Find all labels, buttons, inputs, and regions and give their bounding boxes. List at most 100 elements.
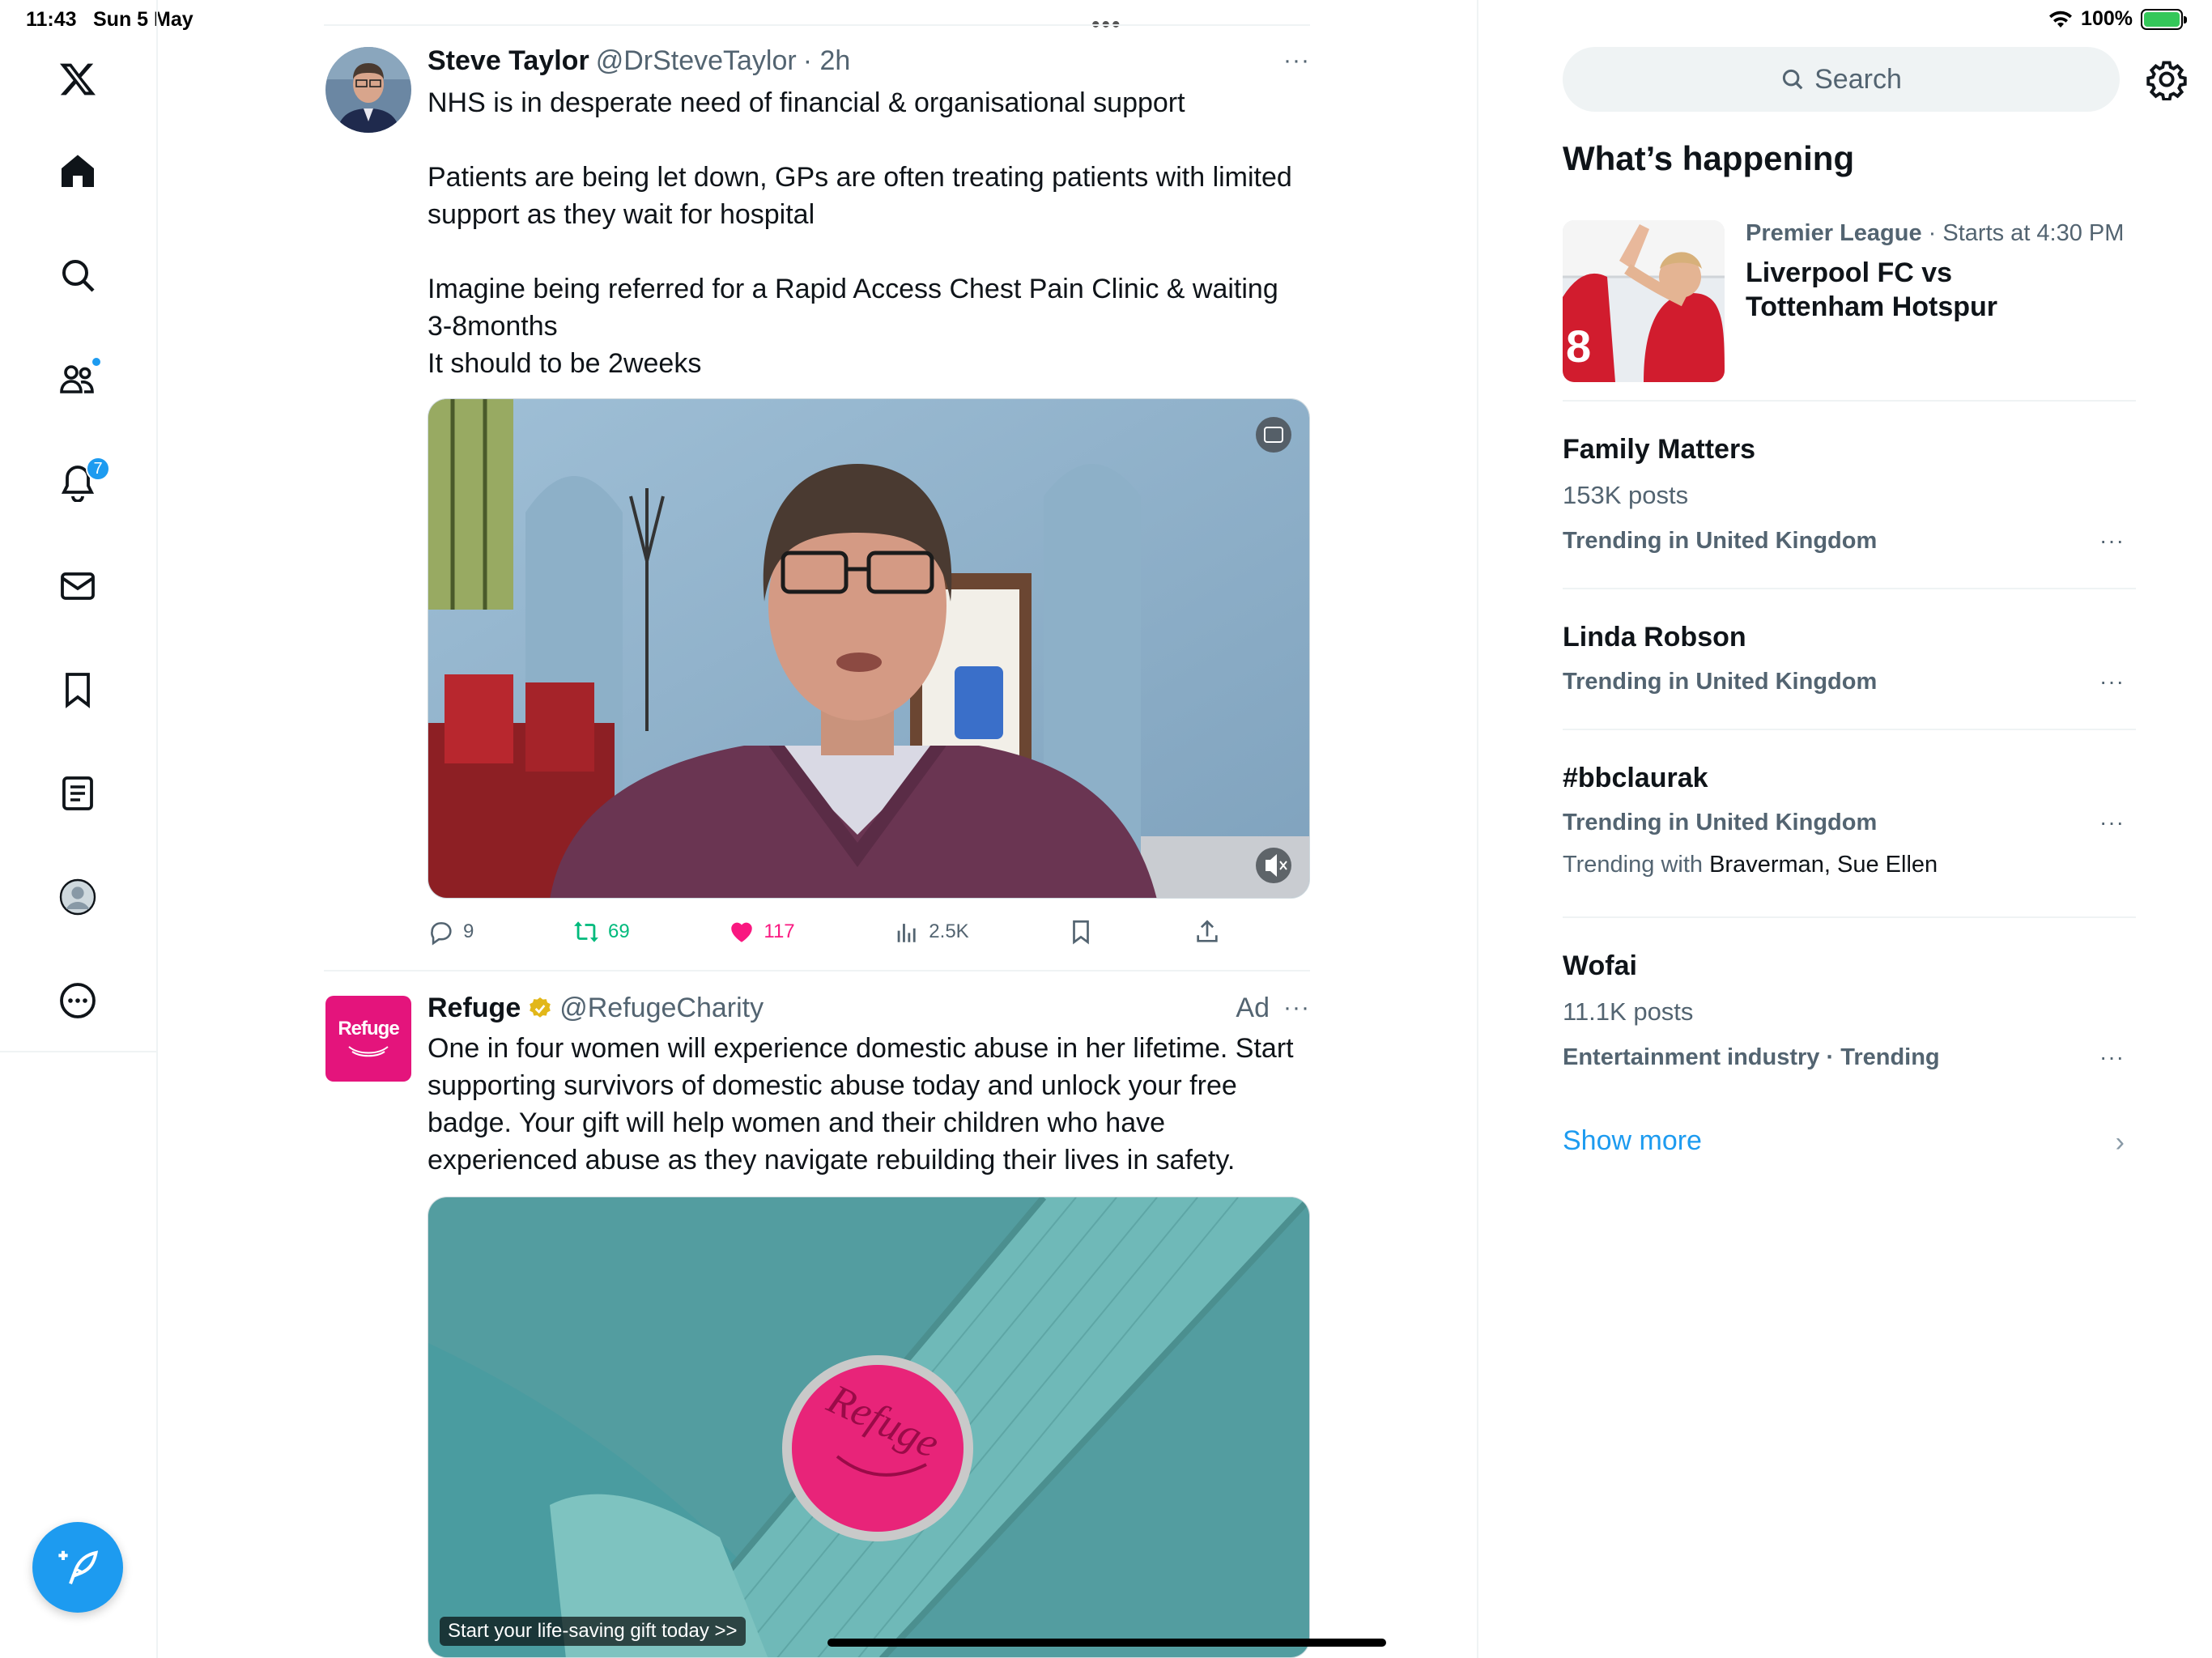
left-navigation: 7 — [0, 0, 156, 1052]
trend-count: 153K posts — [1563, 481, 1689, 509]
post-text-spacer — [428, 233, 1310, 270]
reply-count: 9 — [463, 920, 474, 942]
trend-meta: Entertainment industry · Trending — [1563, 1044, 1940, 1070]
view-count: 2.5K — [929, 920, 969, 942]
trend-meta: Trending in United Kingdom — [1563, 528, 1878, 554]
ad-image[interactable]: Refuge Start your life-saving gift today… — [428, 1197, 1310, 1658]
event-title-line: Tottenham Hotspur — [1746, 291, 1998, 322]
post-text-line: It should to be 2weeks — [428, 348, 702, 379]
like-count: 117 — [764, 920, 795, 942]
share-button[interactable] — [1193, 918, 1221, 946]
trend-count: 11.1K posts — [1563, 997, 1694, 1026]
left-nav-border — [156, 0, 158, 1658]
ad-cta-caption[interactable]: Start your life-saving gift today >> — [440, 1617, 746, 1646]
profile-avatar-icon[interactable] — [49, 868, 107, 926]
settings-gear-icon[interactable] — [2146, 58, 2188, 101]
trend-more-button[interactable]: ··· — [2099, 1044, 2125, 1070]
communities-dot — [91, 356, 102, 368]
battery-percent: 100% — [2081, 7, 2133, 30]
notifications-badge: 7 — [86, 457, 110, 481]
trend-name: Linda Robson — [1563, 622, 1746, 653]
views-button[interactable]: 2.5K — [893, 918, 969, 946]
communities-icon[interactable] — [49, 350, 107, 408]
post-divider — [324, 970, 1310, 971]
home-indicator[interactable] — [827, 1639, 1386, 1647]
post-video[interactable] — [428, 398, 1310, 899]
repost-icon — [574, 921, 598, 942]
more-options-icon[interactable] — [49, 971, 107, 1030]
author-handle[interactable]: @RefugeCharity — [559, 993, 764, 1024]
refuge-hands-icon — [348, 1046, 389, 1057]
like-button[interactable]: 117 — [728, 918, 795, 946]
trend-name: Family Matters — [1563, 434, 1756, 465]
search-icon — [1783, 69, 1803, 90]
trend-name: #bbclaurak — [1563, 763, 1708, 793]
home-icon[interactable] — [49, 142, 107, 201]
show-more-label: Show more — [1563, 1125, 1702, 1156]
lists-icon[interactable] — [49, 764, 107, 823]
trend-name: Wofai — [1563, 950, 1637, 981]
post-text-line: NHS is in desperate need of financial & … — [428, 87, 1185, 118]
author-name[interactable]: Steve Taylor — [428, 45, 589, 77]
search-placeholder: Search — [1814, 63, 1902, 95]
compose-feather-icon — [58, 1550, 99, 1584]
event-title: Liverpool FC vs Tottenham Hotspur — [1746, 256, 1997, 324]
trend-with-prefix: Trending with — [1563, 852, 1704, 878]
x-logo-icon[interactable] — [49, 50, 107, 108]
trend-meta: Trending in United Kingdom — [1563, 669, 1878, 695]
post-text: NHS is in desperate need of financial & … — [428, 84, 1310, 382]
event-meta: Premier League · Starts at 4:30 PM — [1746, 220, 2124, 247]
post-actions: 9 69 117 2.5K — [428, 918, 1221, 946]
trend-item[interactable]: Wofai 11.1K posts Entertainment industry… — [1563, 918, 2136, 1104]
timeline-top-divider — [324, 24, 1310, 26]
trend-with: Trending with Braverman, Sue Ellen — [1563, 852, 1938, 878]
post-more-button[interactable]: ··· — [1283, 47, 1310, 74]
post-text-line: Patients are being let down, GPs are oft… — [428, 162, 1292, 230]
event-image: 8 — [1563, 220, 1725, 382]
event-title-line: Liverpool FC vs — [1746, 257, 1953, 288]
trend-item[interactable]: Linda Robson Trending in United Kingdom … — [1563, 589, 2136, 730]
trend-more-button[interactable]: ··· — [2099, 528, 2125, 554]
ad-label: Ad — [1236, 993, 1270, 1023]
trend-more-button[interactable]: ··· — [2099, 669, 2125, 695]
trend-with-names: Braverman, Sue Ellen — [1709, 852, 1938, 878]
repost-button[interactable]: 69 — [572, 918, 630, 946]
post-text-spacer — [428, 121, 1310, 159]
avatar[interactable] — [325, 47, 411, 133]
wifi-icon — [2049, 11, 2073, 28]
author-handle[interactable]: @DrSteveTaylor — [596, 45, 797, 77]
heart-icon — [731, 922, 753, 942]
compose-post-button[interactable] — [32, 1522, 123, 1613]
shirt-number: 8 — [1566, 321, 1591, 372]
search-icon[interactable] — [49, 246, 107, 304]
event-time: · Starts at 4:30 PM — [1928, 220, 2125, 246]
share-icon — [1197, 920, 1218, 942]
trend-item[interactable]: #bbclaurak Trending in United Kingdom ··… — [1563, 730, 2136, 916]
event-category: Premier League — [1746, 220, 1922, 246]
trend-item[interactable]: Family Matters 153K posts Trending in Un… — [1563, 402, 2136, 588]
bookmark-button[interactable] — [1067, 918, 1095, 946]
search-input[interactable]: Search — [1563, 47, 2120, 112]
trend-more-button[interactable]: ··· — [2099, 810, 2125, 835]
refuge-logo-text: Refuge — [338, 1018, 399, 1039]
post-text-line: Imagine being referred for a Rapid Acces… — [428, 274, 1278, 342]
post-text: One in four women will experience domest… — [428, 1033, 1294, 1175]
verified-badge-icon — [530, 997, 551, 1018]
timeline: Steve Taylor @DrSteveTaylor · 2h ··· NHS… — [324, 0, 1310, 1658]
post-more-button[interactable]: ··· — [1283, 994, 1310, 1022]
notifications-icon[interactable]: 7 — [49, 453, 110, 512]
trend-meta: Trending in United Kingdom — [1563, 810, 1878, 835]
refuge-logo[interactable]: Refuge — [325, 996, 411, 1082]
trend-event[interactable]: 8 Premier League · Starts at 4:30 PM Liv… — [1563, 219, 2136, 403]
analytics-icon — [897, 924, 916, 942]
reply-icon — [431, 922, 452, 946]
show-more-link[interactable]: Show more › — [1563, 1125, 2136, 1158]
reply-button[interactable]: 9 — [428, 918, 474, 946]
messages-icon[interactable] — [49, 557, 107, 615]
whats-happening-title: What’s happening — [1563, 139, 1855, 177]
chevron-right-icon: › — [2115, 1127, 2125, 1158]
timeline-right-border — [1477, 0, 1478, 1658]
post-time[interactable]: · 2h — [803, 45, 851, 77]
author-name[interactable]: Refuge — [428, 993, 521, 1024]
bookmarks-icon[interactable] — [49, 661, 107, 719]
